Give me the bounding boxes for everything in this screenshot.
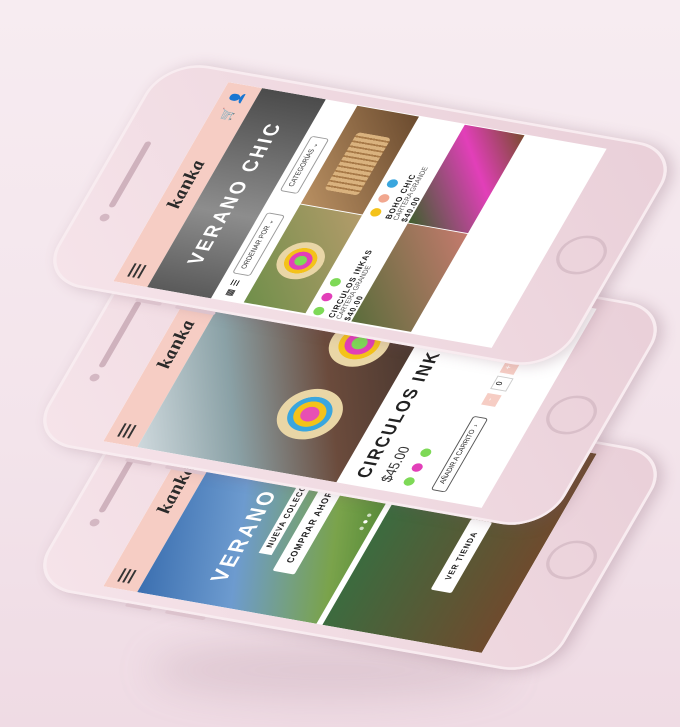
chevron-down-icon: ⌄ (266, 218, 276, 225)
list-view-icon[interactable]: ☰ (228, 279, 243, 288)
color-swatch[interactable] (368, 207, 384, 218)
home-button (537, 392, 606, 438)
color-swatch[interactable] (418, 447, 434, 458)
view-store-button[interactable]: VER TIENDA (430, 518, 493, 594)
color-swatch[interactable] (328, 277, 343, 288)
color-swatch[interactable] (410, 462, 425, 473)
chevron-right-icon: › (471, 424, 481, 429)
grid-view-icon[interactable]: ▦ (223, 288, 238, 297)
qty-minus-button[interactable]: - (481, 392, 502, 407)
home-button (537, 537, 606, 583)
color-swatch[interactable] (311, 306, 327, 317)
color-swatch[interactable] (376, 192, 392, 203)
bag-illustration (265, 384, 354, 445)
color-swatch[interactable] (401, 476, 417, 487)
chevron-down-icon: ⌄ (310, 142, 321, 149)
qty-value[interactable]: 0 (489, 375, 514, 392)
color-swatch[interactable] (319, 291, 335, 302)
carousel-dots[interactable] (349, 510, 378, 533)
home-button (547, 232, 616, 278)
color-swatch[interactable] (385, 178, 400, 189)
